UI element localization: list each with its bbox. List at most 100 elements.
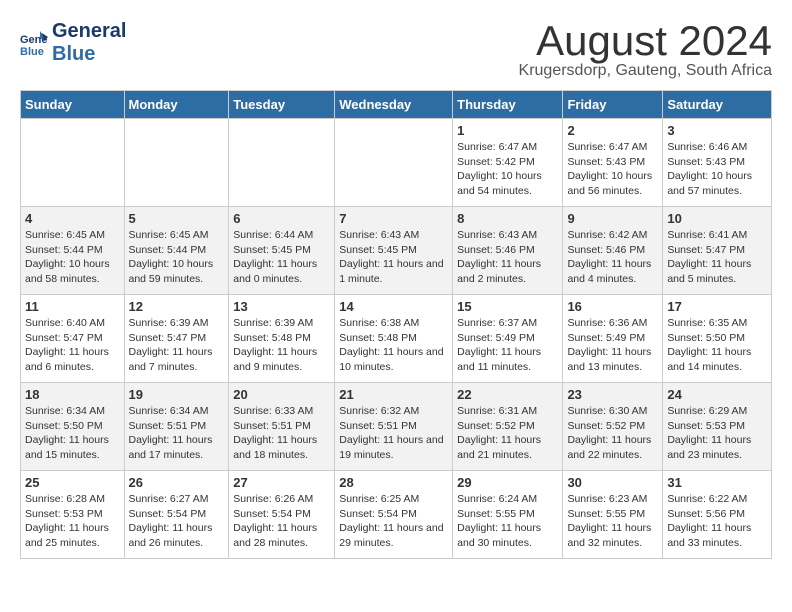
day-info: Sunrise: 6:37 AMSunset: 5:49 PMDaylight:…: [457, 316, 558, 375]
day-number: 21: [339, 387, 448, 402]
day-info: Sunrise: 6:43 AMSunset: 5:46 PMDaylight:…: [457, 228, 558, 287]
day-info: Sunrise: 6:24 AMSunset: 5:55 PMDaylight:…: [457, 492, 558, 551]
col-header-sunday: Sunday: [21, 91, 125, 119]
day-cell: [124, 119, 229, 207]
day-info: Sunrise: 6:45 AMSunset: 5:44 PMDaylight:…: [25, 228, 120, 287]
day-number: 16: [567, 299, 658, 314]
day-info: Sunrise: 6:44 AMSunset: 5:45 PMDaylight:…: [233, 228, 330, 287]
day-number: 25: [25, 475, 120, 490]
day-info: Sunrise: 6:42 AMSunset: 5:46 PMDaylight:…: [567, 228, 658, 287]
logo-blue: Blue: [52, 43, 126, 66]
logo: General Blue General Blue: [20, 20, 126, 66]
week-row-1: 1 Sunrise: 6:47 AMSunset: 5:42 PMDayligh…: [21, 119, 772, 207]
day-info: Sunrise: 6:39 AMSunset: 5:47 PMDaylight:…: [129, 316, 225, 375]
day-number: 10: [667, 211, 767, 226]
day-cell: 4 Sunrise: 6:45 AMSunset: 5:44 PMDayligh…: [21, 207, 125, 295]
calendar-table: SundayMondayTuesdayWednesdayThursdayFrid…: [20, 90, 772, 559]
day-info: Sunrise: 6:23 AMSunset: 5:55 PMDaylight:…: [567, 492, 658, 551]
day-number: 12: [129, 299, 225, 314]
col-header-saturday: Saturday: [663, 91, 772, 119]
day-number: 29: [457, 475, 558, 490]
svg-text:Blue: Blue: [20, 46, 44, 57]
day-cell: [229, 119, 335, 207]
day-cell: 17 Sunrise: 6:35 AMSunset: 5:50 PMDaylig…: [663, 295, 772, 383]
day-cell: 21 Sunrise: 6:32 AMSunset: 5:51 PMDaylig…: [335, 383, 453, 471]
day-cell: 22 Sunrise: 6:31 AMSunset: 5:52 PMDaylig…: [453, 383, 563, 471]
day-number: 15: [457, 299, 558, 314]
day-info: Sunrise: 6:47 AMSunset: 5:42 PMDaylight:…: [457, 140, 558, 199]
day-info: Sunrise: 6:29 AMSunset: 5:53 PMDaylight:…: [667, 404, 767, 463]
col-header-monday: Monday: [124, 91, 229, 119]
day-cell: 8 Sunrise: 6:43 AMSunset: 5:46 PMDayligh…: [453, 207, 563, 295]
day-cell: 11 Sunrise: 6:40 AMSunset: 5:47 PMDaylig…: [21, 295, 125, 383]
col-header-friday: Friday: [563, 91, 663, 119]
day-cell: 16 Sunrise: 6:36 AMSunset: 5:49 PMDaylig…: [563, 295, 663, 383]
day-cell: 27 Sunrise: 6:26 AMSunset: 5:54 PMDaylig…: [229, 471, 335, 559]
day-cell: 15 Sunrise: 6:37 AMSunset: 5:49 PMDaylig…: [453, 295, 563, 383]
day-info: Sunrise: 6:35 AMSunset: 5:50 PMDaylight:…: [667, 316, 767, 375]
day-number: 28: [339, 475, 448, 490]
day-cell: 25 Sunrise: 6:28 AMSunset: 5:53 PMDaylig…: [21, 471, 125, 559]
day-cell: 20 Sunrise: 6:33 AMSunset: 5:51 PMDaylig…: [229, 383, 335, 471]
day-cell: 19 Sunrise: 6:34 AMSunset: 5:51 PMDaylig…: [124, 383, 229, 471]
day-number: 13: [233, 299, 330, 314]
day-number: 27: [233, 475, 330, 490]
day-info: Sunrise: 6:34 AMSunset: 5:51 PMDaylight:…: [129, 404, 225, 463]
day-number: 14: [339, 299, 448, 314]
day-number: 31: [667, 475, 767, 490]
day-cell: 1 Sunrise: 6:47 AMSunset: 5:42 PMDayligh…: [453, 119, 563, 207]
day-info: Sunrise: 6:41 AMSunset: 5:47 PMDaylight:…: [667, 228, 767, 287]
day-number: 5: [129, 211, 225, 226]
day-cell: 5 Sunrise: 6:45 AMSunset: 5:44 PMDayligh…: [124, 207, 229, 295]
day-info: Sunrise: 6:27 AMSunset: 5:54 PMDaylight:…: [129, 492, 225, 551]
day-number: 19: [129, 387, 225, 402]
page-container: General Blue General Blue August 2024 Kr…: [0, 0, 792, 569]
day-cell: 23 Sunrise: 6:30 AMSunset: 5:52 PMDaylig…: [563, 383, 663, 471]
day-number: 2: [567, 123, 658, 138]
day-info: Sunrise: 6:38 AMSunset: 5:48 PMDaylight:…: [339, 316, 448, 375]
title-block: August 2024 Krugersdorp, Gauteng, South …: [519, 20, 772, 80]
day-number: 1: [457, 123, 558, 138]
day-number: 11: [25, 299, 120, 314]
day-number: 30: [567, 475, 658, 490]
day-cell: 2 Sunrise: 6:47 AMSunset: 5:43 PMDayligh…: [563, 119, 663, 207]
day-info: Sunrise: 6:45 AMSunset: 5:44 PMDaylight:…: [129, 228, 225, 287]
day-info: Sunrise: 6:36 AMSunset: 5:49 PMDaylight:…: [567, 316, 658, 375]
day-cell: [335, 119, 453, 207]
day-info: Sunrise: 6:34 AMSunset: 5:50 PMDaylight:…: [25, 404, 120, 463]
day-number: 18: [25, 387, 120, 402]
day-cell: 3 Sunrise: 6:46 AMSunset: 5:43 PMDayligh…: [663, 119, 772, 207]
col-header-wednesday: Wednesday: [335, 91, 453, 119]
day-info: Sunrise: 6:26 AMSunset: 5:54 PMDaylight:…: [233, 492, 330, 551]
week-row-2: 4 Sunrise: 6:45 AMSunset: 5:44 PMDayligh…: [21, 207, 772, 295]
header-row: SundayMondayTuesdayWednesdayThursdayFrid…: [21, 91, 772, 119]
day-number: 3: [667, 123, 767, 138]
day-info: Sunrise: 6:25 AMSunset: 5:54 PMDaylight:…: [339, 492, 448, 551]
day-cell: 6 Sunrise: 6:44 AMSunset: 5:45 PMDayligh…: [229, 207, 335, 295]
day-info: Sunrise: 6:46 AMSunset: 5:43 PMDaylight:…: [667, 140, 767, 199]
day-cell: 18 Sunrise: 6:34 AMSunset: 5:50 PMDaylig…: [21, 383, 125, 471]
page-header: General Blue General Blue August 2024 Kr…: [20, 20, 772, 80]
month-title: August 2024: [519, 20, 772, 62]
logo-general: General: [52, 20, 126, 43]
day-number: 24: [667, 387, 767, 402]
day-cell: 24 Sunrise: 6:29 AMSunset: 5:53 PMDaylig…: [663, 383, 772, 471]
day-info: Sunrise: 6:33 AMSunset: 5:51 PMDaylight:…: [233, 404, 330, 463]
col-header-thursday: Thursday: [453, 91, 563, 119]
day-number: 7: [339, 211, 448, 226]
day-cell: 28 Sunrise: 6:25 AMSunset: 5:54 PMDaylig…: [335, 471, 453, 559]
day-cell: 12 Sunrise: 6:39 AMSunset: 5:47 PMDaylig…: [124, 295, 229, 383]
day-number: 17: [667, 299, 767, 314]
day-number: 4: [25, 211, 120, 226]
location: Krugersdorp, Gauteng, South Africa: [519, 62, 772, 80]
day-info: Sunrise: 6:43 AMSunset: 5:45 PMDaylight:…: [339, 228, 448, 287]
day-info: Sunrise: 6:40 AMSunset: 5:47 PMDaylight:…: [25, 316, 120, 375]
day-cell: 30 Sunrise: 6:23 AMSunset: 5:55 PMDaylig…: [563, 471, 663, 559]
day-cell: 14 Sunrise: 6:38 AMSunset: 5:48 PMDaylig…: [335, 295, 453, 383]
day-cell: 9 Sunrise: 6:42 AMSunset: 5:46 PMDayligh…: [563, 207, 663, 295]
day-number: 20: [233, 387, 330, 402]
day-cell: 31 Sunrise: 6:22 AMSunset: 5:56 PMDaylig…: [663, 471, 772, 559]
day-info: Sunrise: 6:31 AMSunset: 5:52 PMDaylight:…: [457, 404, 558, 463]
day-info: Sunrise: 6:32 AMSunset: 5:51 PMDaylight:…: [339, 404, 448, 463]
day-number: 26: [129, 475, 225, 490]
